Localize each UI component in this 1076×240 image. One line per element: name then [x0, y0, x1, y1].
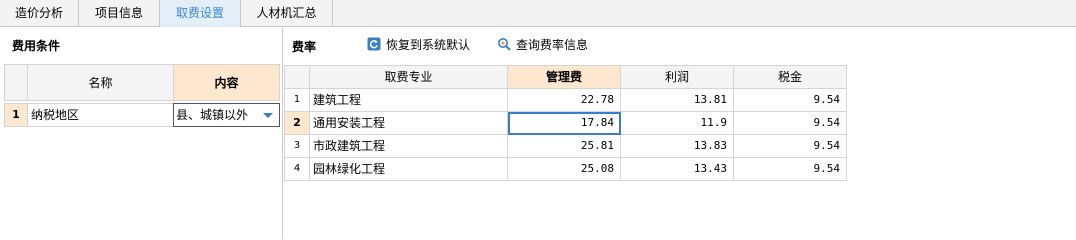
restore-default-label: 恢复到系统默认 [386, 38, 471, 52]
fee-rate-title: 费率 [292, 40, 317, 54]
tax-region-value: 县、城镇以外 [176, 108, 249, 122]
restore-default-button[interactable]: 恢复到系统默认 [367, 36, 470, 54]
tax-cell[interactable]: 9.54 [734, 112, 847, 135]
profit-cell[interactable]: 13.43 [621, 158, 734, 181]
category-cell[interactable]: 园林绿化工程 [310, 158, 508, 181]
chevron-down-icon[interactable] [263, 113, 273, 118]
row-number[interactable]: 4 [284, 158, 310, 181]
grid-header-row: 取费专业 管理费 利润 税金 [284, 65, 847, 89]
fee-rate-panel: 费率 恢复到系统默认 查询费率信息 取费专业 管理费 利润 税金 1 建筑工程 … [284, 27, 1076, 239]
column-header-tax[interactable]: 税金 [734, 65, 847, 89]
tab-fee-settings[interactable]: 取费设置 [160, 0, 241, 27]
tab-cost-analysis[interactable]: 造价分析 [0, 0, 79, 27]
management-cell[interactable]: 25.08 [508, 158, 621, 181]
management-cell[interactable]: 17.84 [508, 112, 621, 135]
tax-region-select[interactable]: 县、城镇以外 [173, 103, 280, 127]
table-row[interactable]: 3 市政建筑工程 25.81 13.83 9.54 [284, 135, 847, 158]
fee-condition-title: 费用条件 [12, 39, 61, 53]
row-number[interactable]: 1 [4, 103, 28, 127]
profit-cell[interactable]: 13.81 [621, 89, 734, 112]
row-number[interactable]: 1 [284, 89, 310, 112]
row-number[interactable]: 2 [284, 112, 310, 135]
query-rate-label: 查询费率信息 [516, 38, 589, 52]
column-header-management[interactable]: 管理费 [508, 65, 621, 89]
category-cell[interactable]: 通用安装工程 [310, 112, 508, 135]
category-cell[interactable]: 市政建筑工程 [310, 135, 508, 158]
table-row[interactable]: 1 建筑工程 22.78 13.81 9.54 [284, 89, 847, 112]
tax-region-name-cell[interactable]: 纳税地区 [27, 103, 174, 127]
tab-project-info[interactable]: 项目信息 [79, 0, 160, 27]
tab-labor-material-summary[interactable]: 人材机汇总 [241, 0, 333, 27]
search-icon [498, 38, 511, 51]
corner-header [284, 65, 310, 89]
fee-condition-panel: 费用条件 名称 内容 1 纳税地区 县、城镇以外 [0, 27, 283, 239]
management-cell[interactable]: 22.78 [508, 89, 621, 112]
table-row[interactable]: 4 园林绿化工程 25.08 13.43 9.54 [284, 158, 847, 181]
corner-header [4, 64, 28, 101]
tax-cell[interactable]: 9.54 [734, 158, 847, 181]
tab-bar: 造价分析 项目信息 取费设置 人材机汇总 [0, 0, 1076, 27]
profit-cell[interactable]: 13.83 [621, 135, 734, 158]
column-header-profit[interactable]: 利润 [621, 65, 734, 89]
category-cell[interactable]: 建筑工程 [310, 89, 508, 112]
table-row[interactable]: 2 通用安装工程 17.84 11.9 9.54 [284, 112, 847, 135]
management-cell[interactable]: 25.81 [508, 135, 621, 158]
column-header-category[interactable]: 取费专业 [310, 65, 508, 89]
column-header-content[interactable]: 内容 [173, 64, 280, 101]
column-header-name[interactable]: 名称 [27, 64, 174, 101]
row-number[interactable]: 3 [284, 135, 310, 158]
tax-cell[interactable]: 9.54 [734, 135, 847, 158]
refresh-icon [367, 37, 381, 51]
tax-cell[interactable]: 9.54 [734, 89, 847, 112]
query-rate-button[interactable]: 查询费率信息 [497, 36, 588, 54]
profit-cell[interactable]: 11.9 [621, 112, 734, 135]
